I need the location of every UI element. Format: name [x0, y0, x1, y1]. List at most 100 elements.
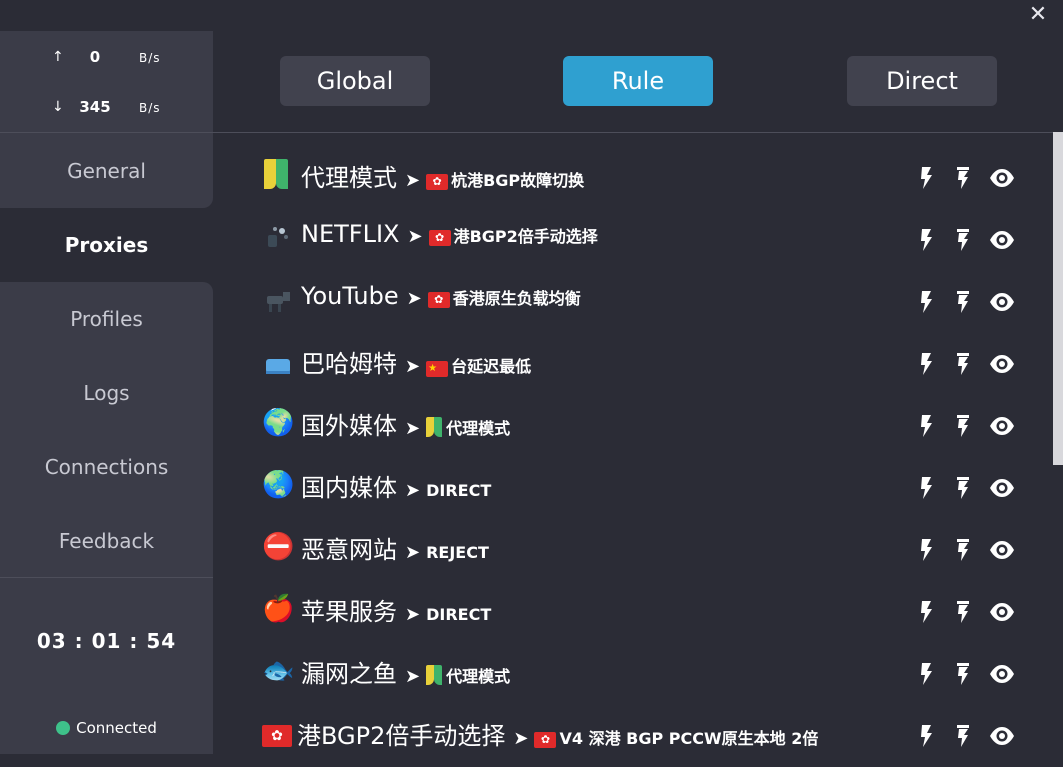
- eye-icon[interactable]: [989, 661, 1015, 687]
- latency-test-icon[interactable]: [913, 661, 939, 687]
- close-icon[interactable]: ✕: [1027, 4, 1049, 26]
- proxy-group-row[interactable]: 🌏 国内媒体 ➤ DIRECT: [213, 457, 1053, 519]
- proxy-group-row[interactable]: 巴哈姆特 ➤ ★ 台延迟最低: [213, 333, 1053, 395]
- nav-item-feedback[interactable]: Feedback: [0, 504, 213, 578]
- selected-proxy: ✿ 杭港BGP故障切换: [426, 171, 584, 190]
- upload-value: 0: [89, 48, 101, 66]
- selected-proxy: ✿ V4 深港 BGP PCCW原生本地 2倍: [534, 729, 818, 748]
- group-name-label: 恶意网站: [301, 536, 397, 564]
- group-actions: [913, 165, 1023, 191]
- scrollbar[interactable]: [1053, 132, 1063, 465]
- mode-switcher: Global Rule Direct: [213, 31, 1063, 133]
- hk-flag-icon: ✿: [262, 717, 294, 749]
- latency-test-icon[interactable]: [913, 351, 939, 377]
- youtube-icon: [262, 283, 294, 315]
- globe-icon: 🌍: [262, 408, 295, 438]
- traffic-speed: ↑ 0 B/s ↓ 345 B/s: [0, 31, 213, 133]
- proxy-group-row[interactable]: ⛔ 恶意网站 ➤ REJECT: [213, 519, 1053, 581]
- selected-proxy-label: 港BGP2倍手动选择: [453, 227, 598, 246]
- latency-test-icon[interactable]: [913, 723, 939, 749]
- proxy-group-row[interactable]: NETFLIX ➤ ✿ 港BGP2倍手动选择: [213, 209, 1053, 271]
- eye-icon[interactable]: [989, 723, 1015, 749]
- nav-item-general[interactable]: General: [0, 134, 213, 208]
- upload-speed: ↑ 0 B/s: [0, 43, 213, 73]
- latency-test-icon[interactable]: [913, 599, 939, 625]
- nav-item-logs[interactable]: Logs: [0, 356, 213, 430]
- group-name: 国内媒体 ➤ DIRECT: [301, 468, 491, 503]
- mode-rule-button[interactable]: Rule: [563, 56, 713, 106]
- group-name: 代理模式 ➤ ✿ 杭港BGP故障切换: [301, 158, 584, 193]
- eye-icon[interactable]: [989, 227, 1015, 253]
- selected-proxy: ✿ 香港原生负载均衡: [427, 289, 581, 308]
- latency-test-all-icon[interactable]: [950, 289, 976, 315]
- latency-test-all-icon[interactable]: [950, 723, 976, 749]
- proxy-group-row[interactable]: 代理模式 ➤ ✿ 杭港BGP故障切换: [213, 147, 1053, 209]
- selected-proxy: DIRECT: [426, 481, 491, 500]
- latency-test-icon[interactable]: [913, 537, 939, 563]
- download-unit: B/s: [139, 101, 161, 115]
- group-actions: [913, 351, 1023, 377]
- eye-icon[interactable]: [989, 165, 1015, 191]
- beginner-icon: [262, 159, 294, 191]
- hk-flag-icon: ✿: [426, 174, 449, 190]
- nav-item-connections[interactable]: Connections: [0, 430, 213, 504]
- tv-icon: [262, 345, 294, 377]
- mode-direct-button[interactable]: Direct: [847, 56, 997, 106]
- selected-proxy-label: 杭港BGP故障切换: [451, 171, 585, 190]
- group-name-label: 巴哈姆特: [301, 350, 397, 378]
- download-arrow-icon: ↓: [52, 99, 64, 115]
- mode-global-button[interactable]: Global: [280, 56, 430, 106]
- group-name: 漏网之鱼 ➤ 代理模式: [301, 654, 510, 689]
- latency-test-all-icon[interactable]: [950, 599, 976, 625]
- proxy-group-row[interactable]: 🍎 苹果服务 ➤ DIRECT: [213, 581, 1053, 643]
- beginner-icon: [426, 665, 443, 685]
- group-actions: [913, 723, 1023, 749]
- group-actions: [913, 537, 1023, 563]
- status-label: Connected: [76, 719, 157, 737]
- latency-test-icon[interactable]: [913, 227, 939, 253]
- group-name: 港BGP2倍手动选择 ➤ ✿ V4 深港 BGP PCCW原生本地 2倍: [297, 716, 818, 751]
- group-name-label: NETFLIX: [301, 220, 400, 248]
- proxy-group-row[interactable]: YouTube ➤ ✿ 香港原生负载均衡: [213, 271, 1053, 333]
- latency-test-icon[interactable]: [913, 413, 939, 439]
- proxy-group-row[interactable]: 🌍 国外媒体 ➤ 代理模式: [213, 395, 1053, 457]
- proxy-group-row[interactable]: ✿ 港BGP2倍手动选择 ➤ ✿ V4 深港 BGP PCCW原生本地 2倍: [213, 705, 1053, 767]
- group-name-label: 苹果服务: [301, 598, 397, 626]
- arrow-icon: ➤: [405, 418, 421, 439]
- eye-icon[interactable]: [989, 599, 1015, 625]
- eye-icon[interactable]: [989, 413, 1015, 439]
- group-name-label: 国内媒体: [301, 474, 397, 502]
- nav-item-profiles[interactable]: Profiles: [0, 282, 213, 356]
- selected-proxy: DIRECT: [426, 605, 491, 624]
- proxies-panel: Global Rule Direct 代理模式 ➤ ✿ 杭港BGP故障切换 NETFLI…: [213, 31, 1063, 754]
- latency-test-all-icon[interactable]: [950, 351, 976, 377]
- eye-icon[interactable]: [989, 537, 1015, 563]
- eye-icon[interactable]: [989, 351, 1015, 377]
- proxy-group-row[interactable]: 🐟 漏网之鱼 ➤ 代理模式: [213, 643, 1053, 705]
- latency-test-icon[interactable]: [913, 475, 939, 501]
- group-name-label: 代理模式: [301, 164, 397, 192]
- download-value: 345: [79, 98, 111, 116]
- eye-icon[interactable]: [989, 475, 1015, 501]
- latency-test-all-icon[interactable]: [950, 413, 976, 439]
- latency-test-all-icon[interactable]: [950, 227, 976, 253]
- group-name: YouTube ➤ ✿ 香港原生负载均衡: [301, 282, 581, 310]
- selected-proxy-label: V4 深港 BGP PCCW原生本地 2倍: [559, 729, 819, 748]
- arrow-icon: ➤: [407, 226, 423, 247]
- hk-flag-icon: ✿: [534, 732, 557, 748]
- nav-menu: General Proxies Profiles Logs Connection…: [0, 134, 213, 578]
- nav-item-proxies[interactable]: Proxies: [0, 208, 213, 282]
- status-dot-icon: [56, 721, 71, 735]
- hk-flag-icon: ✿: [427, 292, 450, 308]
- eye-icon[interactable]: [989, 289, 1015, 315]
- selected-proxy-label: 香港原生负载均衡: [452, 289, 581, 308]
- latency-test-all-icon[interactable]: [950, 537, 976, 563]
- latency-test-icon[interactable]: [913, 165, 939, 191]
- latency-test-all-icon[interactable]: [950, 475, 976, 501]
- latency-test-all-icon[interactable]: [950, 661, 976, 687]
- latency-test-icon[interactable]: [913, 289, 939, 315]
- arrow-icon: ➤: [405, 170, 421, 191]
- latency-test-all-icon[interactable]: [950, 165, 976, 191]
- selected-proxy-label: DIRECT: [426, 481, 492, 500]
- arrow-icon: ➤: [405, 356, 421, 377]
